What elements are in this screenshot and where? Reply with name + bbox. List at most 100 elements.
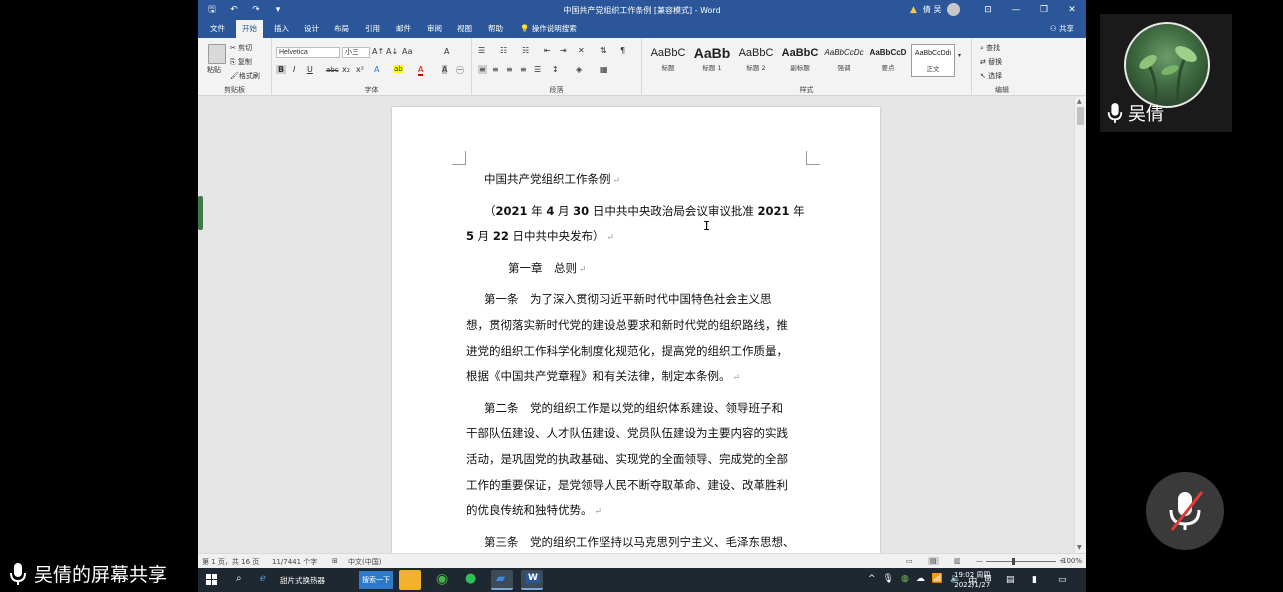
style-strong[interactable]: AaBbCcD 要点 <box>866 44 910 77</box>
tab-design[interactable]: 设计 <box>298 20 325 38</box>
search-icon[interactable]: ⌕ <box>236 573 242 584</box>
zoom-slider[interactable] <box>986 561 1056 562</box>
tell-me-search[interactable]: 💡 操作说明搜索 <box>520 20 577 38</box>
underline-button[interactable]: U <box>307 65 313 74</box>
document-page[interactable]: 中国共产党组织工作条例 ↵ （2021 年 4 月 30 日中共中央政治局会议审议… <box>392 107 880 567</box>
microphone-tray-icon[interactable]: 🎙 <box>883 574 894 587</box>
read-mode-icon[interactable]: ▭ <box>906 557 913 565</box>
word-count[interactable]: 11/7441 个字 <box>272 557 317 567</box>
account-area[interactable]: ▲ 倩 吴 <box>910 3 961 16</box>
restore-button[interactable]: ❐ <box>1030 0 1058 20</box>
align-center-icon[interactable]: ≡ <box>492 65 499 74</box>
minimize-button[interactable]: — <box>1002 0 1030 20</box>
cut-button[interactable]: ✂ 剪切 <box>230 43 252 53</box>
network-icon[interactable]: 📶 <box>932 574 943 587</box>
zoom-out-icon[interactable]: — <box>976 557 983 565</box>
style-emphasis[interactable]: AaBbCcDc 强调 <box>822 44 866 77</box>
font-name-select[interactable]: Helvetica <box>276 47 340 58</box>
font-size-select[interactable]: 小三 <box>342 47 370 58</box>
borders-icon[interactable]: ▦ <box>600 65 608 74</box>
subscript-button[interactable]: x₂ <box>342 65 350 74</box>
highlight-icon[interactable]: ab <box>394 65 403 73</box>
tab-review[interactable]: 审阅 <box>421 20 448 38</box>
align-right-icon[interactable]: ≡ <box>506 65 513 74</box>
grow-font-icon[interactable]: A↑ <box>372 47 384 56</box>
ribbon-display-options-button[interactable]: ⊡ <box>974 0 1002 20</box>
copy-button[interactable]: ⎘ 复制 <box>230 57 252 67</box>
browser-icon[interactable]: ◉ <box>431 570 453 590</box>
page-count[interactable]: 第 1 页，共 16 页 <box>202 557 259 567</box>
taskbar-search-button[interactable]: 搜索一下 <box>359 571 393 589</box>
tray-sync-icon[interactable]: ☁ <box>916 574 925 587</box>
avatar[interactable] <box>947 3 961 16</box>
style-title[interactable]: AaBbC 标题 <box>646 44 690 77</box>
meeting-app-icon[interactable]: ▰ <box>491 570 513 590</box>
paste-button[interactable]: 粘贴 <box>207 65 221 75</box>
proofing-icon[interactable]: ⊞ <box>332 557 338 565</box>
action-center-icon[interactable]: ▭ <box>1058 575 1067 585</box>
select-button[interactable]: ↖ 选择 <box>980 71 1002 81</box>
print-layout-icon[interactable]: ▤ <box>928 557 939 565</box>
word-app-icon[interactable]: W <box>521 570 543 590</box>
tab-references[interactable]: 引用 <box>359 20 386 38</box>
distributed-icon[interactable]: ☰ <box>534 65 541 74</box>
tray-app-icon[interactable]: ◍ <box>901 574 909 587</box>
edge-icon[interactable]: ℯ <box>260 573 266 584</box>
multilevel-list-icon[interactable]: ☵ <box>522 46 529 55</box>
sort-icon[interactable]: ⇅ <box>600 46 607 55</box>
tab-file[interactable]: 文件 <box>204 20 231 38</box>
tab-layout[interactable]: 布局 <box>328 20 355 38</box>
tab-home[interactable]: 开始 <box>236 20 263 38</box>
increase-indent-icon[interactable]: ⇥ <box>560 46 567 55</box>
style-normal[interactable]: AaBbCcDdi 正文 <box>911 44 955 77</box>
line-spacing-icon[interactable]: ↕ <box>552 65 559 74</box>
scrollbar-thumb[interactable] <box>1077 107 1084 125</box>
windows-start-icon[interactable] <box>206 574 218 586</box>
show-marks-icon[interactable]: ¶ <box>620 46 625 55</box>
enclose-characters-icon[interactable]: ㊀ <box>456 65 464 76</box>
find-button[interactable]: ⌕ 查找 <box>980 43 1000 53</box>
zoom-level[interactable]: 100% <box>1062 557 1082 565</box>
clear-formatting-icon[interactable]: A <box>444 47 449 56</box>
numbering-icon[interactable]: ☷ <box>500 46 507 55</box>
share-button[interactable]: ⚇ 共享 <box>1050 20 1074 38</box>
tab-help[interactable]: 帮助 <box>482 20 509 38</box>
replace-button[interactable]: ⇄ 替换 <box>980 57 1002 67</box>
text-effects-icon[interactable]: A <box>374 65 379 74</box>
chinese-layout-icon[interactable]: ✕ <box>578 46 585 55</box>
scroll-up-icon[interactable]: ▲ <box>1077 98 1082 105</box>
italic-button[interactable]: I <box>293 65 295 74</box>
bold-button[interactable]: B <box>276 65 287 74</box>
shading-icon[interactable]: ◈ <box>576 65 582 74</box>
format-painter-button[interactable]: 🖌格式刷 <box>230 71 260 81</box>
font-color-icon[interactable]: A <box>418 65 424 76</box>
tray-expand-icon[interactable]: ^ <box>868 574 876 587</box>
character-shading-icon[interactable]: A <box>442 65 448 74</box>
wechat-icon[interactable]: ● <box>460 570 482 590</box>
shrink-font-icon[interactable]: A↓ <box>386 47 398 56</box>
paste-icon[interactable] <box>208 44 226 64</box>
tab-insert[interactable]: 插入 <box>268 20 295 38</box>
side-panel-handle[interactable] <box>198 196 203 230</box>
justify-icon[interactable]: ≡ <box>520 65 527 74</box>
strikethrough-button[interactable]: abc <box>326 66 339 74</box>
close-button[interactable]: ✕ <box>1058 0 1086 20</box>
vertical-scrollbar[interactable]: ▲ ▼ <box>1074 97 1086 553</box>
decrease-indent-icon[interactable]: ⇤ <box>544 46 551 55</box>
style-heading1[interactable]: AaBb 标题 1 <box>690 44 734 77</box>
align-left-icon[interactable]: ≡ <box>478 65 487 74</box>
file-explorer-icon[interactable] <box>399 570 421 590</box>
web-layout-icon[interactable]: ▥ <box>954 557 961 565</box>
document-text[interactable]: 中国共产党组织工作条例 ↵ （2021 年 4 月 30 日中共中央政治局会议审议… <box>466 167 812 555</box>
document-area[interactable]: 中国共产党组织工作条例 ↵ （2021 年 4 月 30 日中共中央政治局会议审议… <box>198 97 1086 567</box>
language-indicator[interactable]: 中文(中国) <box>348 557 381 567</box>
style-heading2[interactable]: AaBbC 标题 2 <box>734 44 778 77</box>
bullets-icon[interactable]: ☰ <box>478 46 485 55</box>
zoom-slider-thumb[interactable] <box>1012 558 1015 565</box>
change-case-icon[interactable]: Aa <box>402 47 412 56</box>
mute-toggle-button[interactable] <box>1146 472 1224 550</box>
styles-more-icon[interactable]: ▾ <box>958 52 961 59</box>
tray-tool-icon[interactable]: ▮ <box>1032 575 1037 585</box>
taskbar-browser-label[interactable]: 甜片式换热器 <box>280 575 325 586</box>
superscript-button[interactable]: x² <box>356 65 364 74</box>
